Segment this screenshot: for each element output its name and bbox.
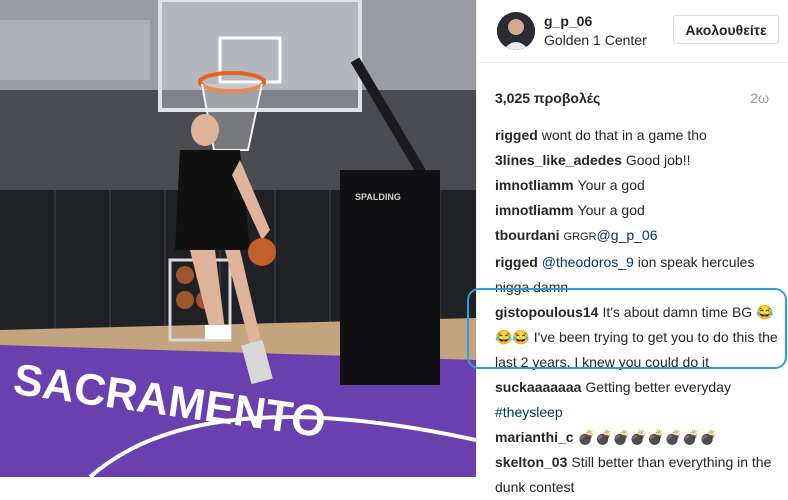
comment-text: Your a god xyxy=(577,177,645,193)
comment-username[interactable]: imnotliamm xyxy=(495,177,574,193)
comment: rigged wont do that in a game tho xyxy=(495,123,785,148)
comment-username[interactable]: 3lines_like_adedes xyxy=(495,152,622,168)
comment: tbourdani GRGR@g_p_06 xyxy=(495,223,785,250)
post-video[interactable]: SACRAMENTO SPALDING xyxy=(0,0,476,477)
hashtag-link[interactable]: #theysleep xyxy=(495,404,563,420)
avatar[interactable] xyxy=(497,12,535,50)
emoji: 💣💣💣💣💣💣💣💣 xyxy=(577,429,718,445)
comment-username[interactable]: tbourdani xyxy=(495,227,560,243)
comment-username[interactable]: rigged xyxy=(495,254,538,270)
comment: skelton_03 Still better than everything i… xyxy=(495,450,785,500)
comment-text: Your a god xyxy=(577,202,645,218)
comment-username[interactable]: imnotliamm xyxy=(495,202,574,218)
mention-link[interactable]: @g_p_06 xyxy=(597,227,658,243)
location-link[interactable]: Golden 1 Center xyxy=(544,32,647,48)
post-panel: g_p_06 Golden 1 Center Ακολουθείτε 3,025… xyxy=(476,0,788,495)
comment: marianthi_c 💣💣💣💣💣💣💣💣 xyxy=(495,425,785,450)
following-button[interactable]: Ακολουθείτε xyxy=(673,15,779,44)
comment-text: GRGR xyxy=(563,231,597,243)
wall-window xyxy=(0,20,150,80)
comment: imnotliamm Your a god xyxy=(495,173,785,198)
video-frame: SACRAMENTO SPALDING xyxy=(0,0,476,477)
comment: 3lines_like_adedes Good job!! xyxy=(495,148,785,173)
comment-text: wont do that in a game tho xyxy=(541,127,707,143)
stanchion xyxy=(340,170,440,385)
view-count[interactable]: 3,025 προβολές xyxy=(495,90,600,106)
comment-username[interactable]: marianthi_c xyxy=(495,429,574,445)
post-header: g_p_06 Golden 1 Center Ακολουθείτε xyxy=(477,0,788,63)
stanchion-logo: SPALDING xyxy=(355,192,401,202)
comment-username[interactable]: suckaaaaaaa xyxy=(495,379,581,395)
comment-username[interactable]: skelton_03 xyxy=(495,454,567,470)
comment-highlight-annotation xyxy=(467,288,787,369)
comment-text: Good job!! xyxy=(625,152,691,168)
username[interactable]: g_p_06 xyxy=(544,13,592,29)
comment-text: Getting better everyday xyxy=(585,379,731,395)
post-time: 2ω xyxy=(750,90,769,106)
comment: suckaaaaaaa Getting better everyday #they… xyxy=(495,375,785,425)
mention-link[interactable]: @theodoros_9 xyxy=(542,254,634,270)
comment: imnotliamm Your a god xyxy=(495,198,785,223)
comment-username[interactable]: rigged xyxy=(495,127,538,143)
avatar-image xyxy=(497,12,535,50)
